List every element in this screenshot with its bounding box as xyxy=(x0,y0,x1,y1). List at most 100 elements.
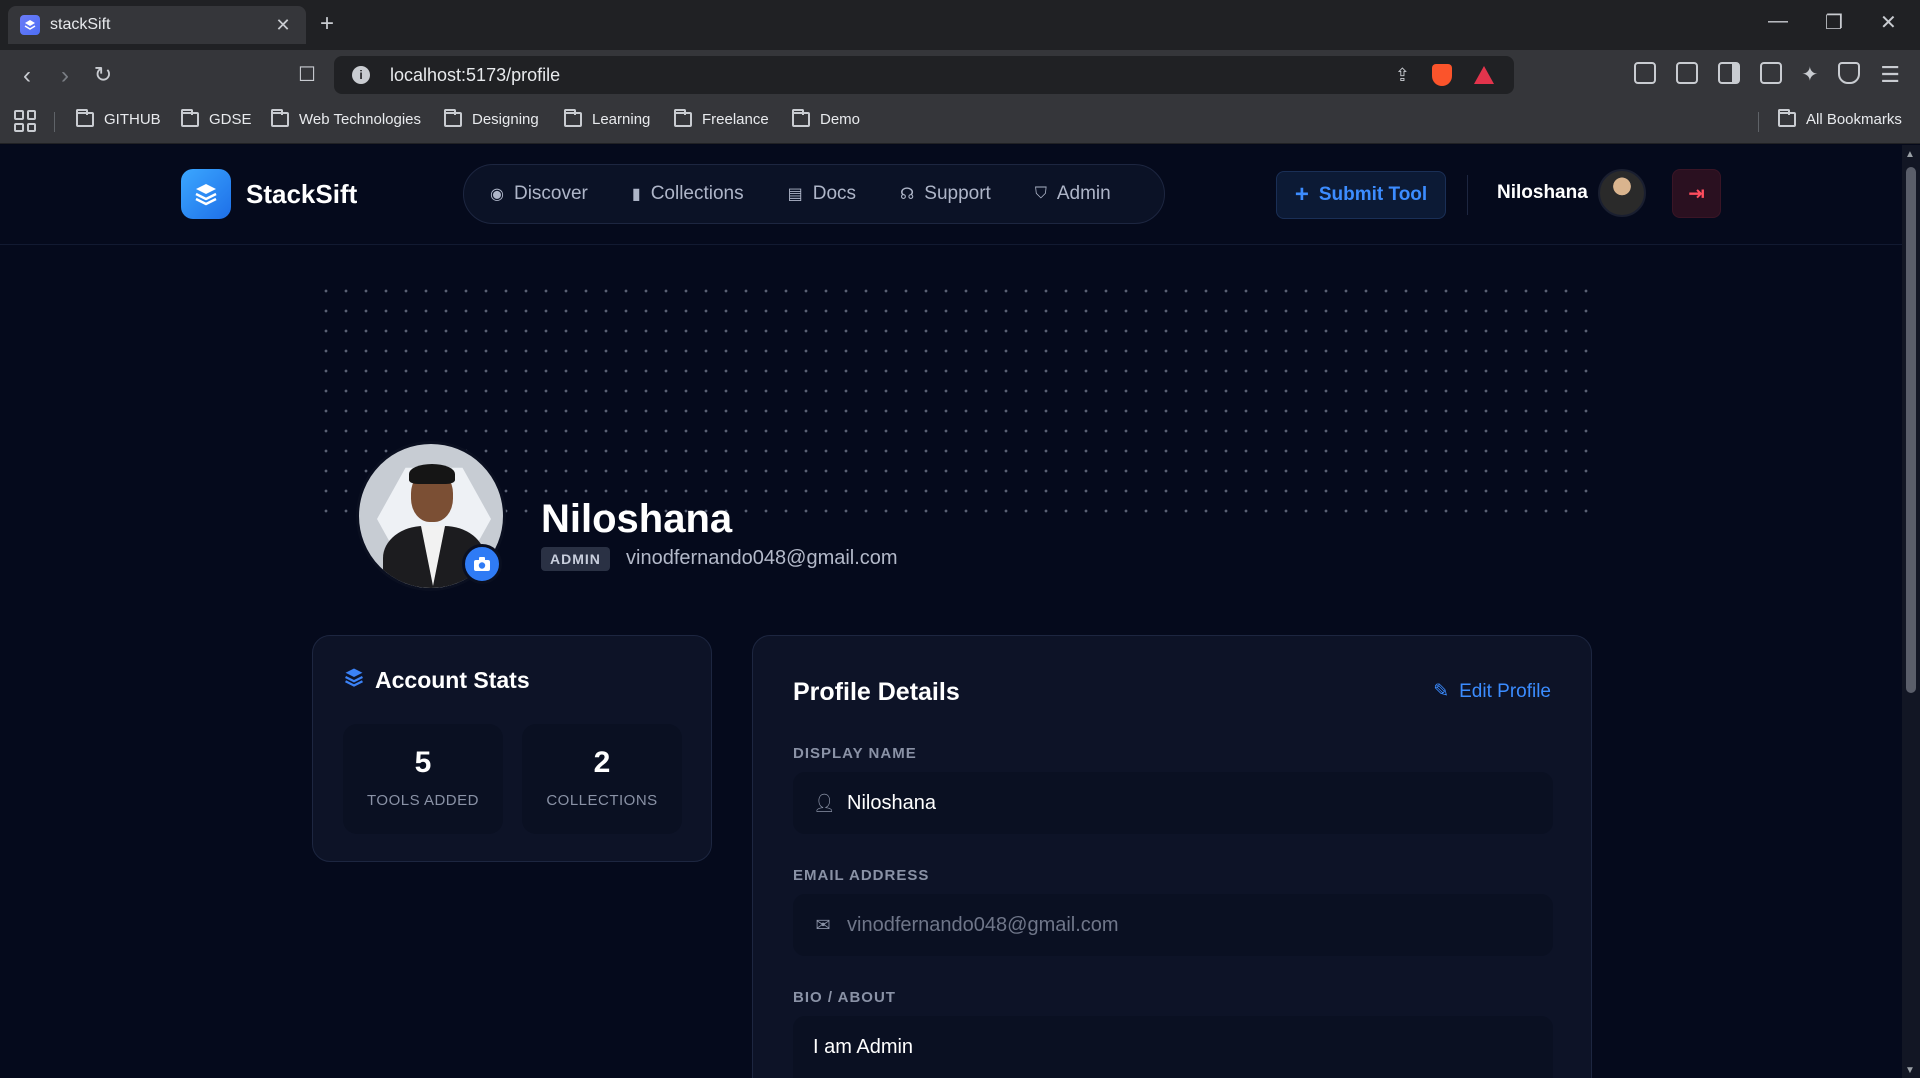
nav-label: Discover xyxy=(513,183,588,204)
folder-icon xyxy=(271,109,289,127)
leo-ai-icon[interactable]: ✦ xyxy=(1802,62,1819,88)
scroll-up-icon[interactable]: ▲ xyxy=(1905,149,1915,160)
nav-discover[interactable]: ◉ Discover xyxy=(490,183,588,205)
brand-name[interactable]: StackSift xyxy=(246,179,357,210)
envelope-icon: ✉ xyxy=(815,914,831,935)
logout-icon: ⇥ xyxy=(1688,183,1705,205)
scroll-thumb[interactable] xyxy=(1906,167,1916,693)
brave-shield-icon[interactable] xyxy=(1432,64,1452,86)
stats-title-text: Account Stats xyxy=(375,666,530,693)
browser-tabbar: stackSift ✕ + — ❐ ✕ xyxy=(0,0,1920,50)
extensions-icon[interactable] xyxy=(1633,62,1656,84)
bookmarks-bar: GITHUB GDSE Web Technologies Designing L… xyxy=(0,100,1920,144)
bookmark-page-icon[interactable]: ☐ xyxy=(292,62,322,87)
nav-collections[interactable]: ▮ Collections xyxy=(632,183,744,205)
folder-icon xyxy=(792,109,810,127)
logout-button[interactable]: ⇥ xyxy=(1672,169,1721,218)
brave-rewards-icon[interactable] xyxy=(1474,66,1494,84)
reload-icon[interactable]: ↻ xyxy=(88,62,118,88)
stat-label: TOOLS ADDED xyxy=(367,792,479,809)
close-window-icon[interactable]: ✕ xyxy=(1880,10,1897,35)
submit-tool-label: Submit Tool xyxy=(1318,184,1428,205)
wallet-icon[interactable] xyxy=(1759,62,1782,84)
site-info-icon[interactable]: i xyxy=(352,66,370,84)
stat-label: COLLECTIONS xyxy=(546,792,658,809)
forward-icon[interactable]: › xyxy=(50,62,80,90)
all-bookmarks[interactable]: All Bookmarks xyxy=(1778,109,1902,128)
display-name-value: Niloshana xyxy=(847,791,936,814)
minimize-icon[interactable]: — xyxy=(1768,10,1788,33)
bookmark-folder[interactable]: Freelance xyxy=(674,109,769,128)
display-name-field[interactable]: 👤︎ Niloshana xyxy=(793,772,1553,834)
vpn-icon[interactable] xyxy=(1838,62,1861,84)
tab-close-icon[interactable]: ✕ xyxy=(272,15,294,36)
browser-toolbar: ‹ › ↻ ☐ i localhost:5173/profile ⇪ ✦ ☰ xyxy=(0,50,1920,100)
nav-label: Collections xyxy=(650,183,744,204)
stat-value: 2 xyxy=(593,746,611,779)
sidebar-icon[interactable] xyxy=(1717,62,1740,84)
bookmark-label: GITHUB xyxy=(104,111,161,128)
details-title: Profile Details xyxy=(793,678,960,706)
bookmark-label: Freelance xyxy=(702,111,769,128)
tab-title: stackSift xyxy=(50,16,111,33)
bookmark-label: Learning xyxy=(592,111,651,128)
submit-tool-button[interactable]: + Submit Tool xyxy=(1276,171,1446,219)
edit-profile-label: Edit Profile xyxy=(1459,680,1551,702)
tab-search-icon[interactable] xyxy=(1675,62,1698,84)
bio-field[interactable]: I am Admin xyxy=(793,1016,1553,1078)
nav-username[interactable]: Niloshana xyxy=(1497,182,1588,204)
back-icon[interactable]: ‹ xyxy=(12,62,42,90)
stack-favicon-icon xyxy=(20,15,40,35)
display-name-label: DISPLAY NAME xyxy=(793,745,917,762)
email-label: EMAIL ADDRESS xyxy=(793,867,930,884)
apps-grid-icon[interactable] xyxy=(14,110,36,132)
all-bookmarks-label: All Bookmarks xyxy=(1806,111,1902,128)
restore-icon[interactable]: ❐ xyxy=(1825,10,1843,35)
app-navbar: StackSift ◉ Discover ▮ Collections ▤ Docs ☊… xyxy=(0,145,1902,245)
stats-title: Account Stats xyxy=(343,666,530,694)
email-value: vinodfernando048@gmail.com xyxy=(847,913,1119,936)
logo-icon[interactable] xyxy=(181,169,231,219)
page-scrollbar[interactable]: ▲ ▼ xyxy=(1902,145,1920,1078)
bio-label: BIO / ABOUT xyxy=(793,989,896,1006)
role-badge: ADMIN xyxy=(541,547,610,571)
bookmark-folder[interactable]: GDSE xyxy=(181,109,252,128)
bookmark-folder[interactable]: GITHUB xyxy=(76,109,161,128)
shield-icon: ⛉ xyxy=(1034,185,1047,202)
user-icon: 👤︎ xyxy=(813,792,836,813)
bookmark-label: Demo xyxy=(820,111,861,128)
doc-icon: ▤ xyxy=(787,186,803,203)
camera-icon xyxy=(474,557,490,571)
nav-admin[interactable]: ⛉ Admin xyxy=(1035,183,1111,205)
nav-docs[interactable]: ▤ Docs xyxy=(788,183,856,205)
main-nav: ◉ Discover ▮ Collections ▤ Docs ☊ Support ⛉ A… xyxy=(463,164,1165,224)
browser-tab[interactable]: stackSift ✕ xyxy=(8,6,306,44)
nav-label: Support xyxy=(924,183,991,204)
nav-label: Docs xyxy=(812,183,857,204)
url-text: localhost:5173/profile xyxy=(390,64,561,85)
menu-icon[interactable]: ☰ xyxy=(1880,62,1900,88)
bookmarks-separator xyxy=(54,112,55,132)
bookmark-label: GDSE xyxy=(209,111,252,128)
bookmark-folder[interactable]: Learning xyxy=(564,109,651,128)
address-bar[interactable]: i localhost:5173/profile ⇪ xyxy=(334,56,1514,94)
bookmarks-separator xyxy=(1758,112,1759,132)
bookmark-icon: ▮ xyxy=(631,186,641,203)
profile-name: Niloshana xyxy=(541,497,733,541)
new-tab-icon[interactable]: + xyxy=(320,10,334,38)
nav-avatar[interactable] xyxy=(1598,169,1646,217)
profile-banner xyxy=(312,277,1590,521)
bookmark-folder[interactable]: Demo xyxy=(792,109,861,128)
nav-divider xyxy=(1467,175,1468,215)
change-photo-button[interactable] xyxy=(462,544,502,584)
nav-support[interactable]: ☊ Support xyxy=(900,183,991,205)
folder-icon xyxy=(674,109,692,127)
bookmark-folder[interactable]: Web Technologies xyxy=(271,109,421,128)
stat-value: 5 xyxy=(414,746,432,779)
folder-icon xyxy=(444,109,462,127)
edit-profile-button[interactable]: ✎ Edit Profile xyxy=(1433,680,1551,703)
profile-details-card: Profile Details ✎ Edit Profile DISPLAY N… xyxy=(752,635,1592,1078)
bookmark-folder[interactable]: Designing xyxy=(444,109,539,128)
scroll-down-icon[interactable]: ▼ xyxy=(1905,1065,1915,1076)
share-icon[interactable]: ⇪ xyxy=(1395,65,1410,86)
